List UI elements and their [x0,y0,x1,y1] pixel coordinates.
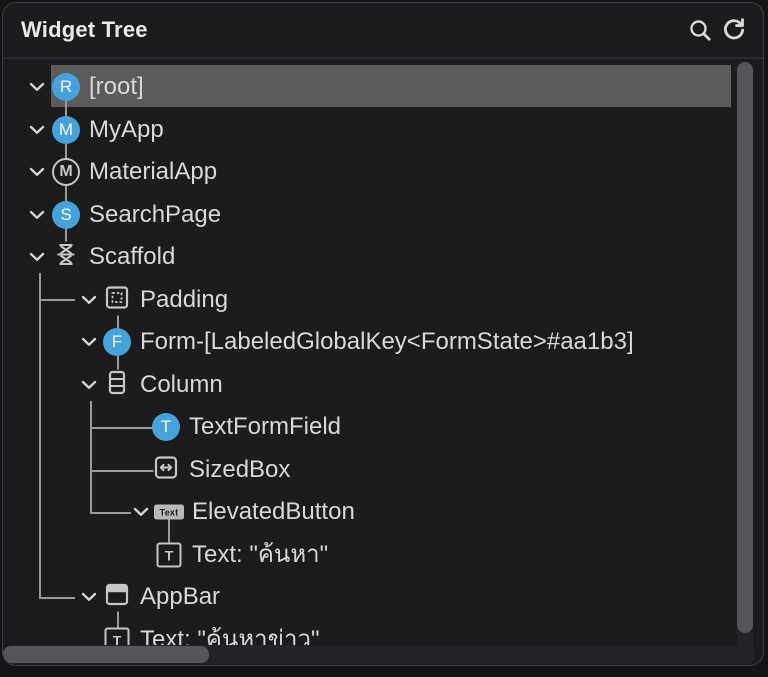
class-letter-icon: S [52,201,80,229]
tree-node-4-scaffold[interactable]: Scaffold [3,236,763,278]
chevron-down-icon[interactable] [29,125,45,135]
tree-node-label: Text: "ค้นหา" [192,541,329,568]
text-widget-icon: T [156,542,182,568]
tree-node-3-searchpage[interactable]: S SearchPage [3,194,763,236]
tree-node-5-padding[interactable]: Padding [3,279,763,321]
class-letter-icon: T [152,413,180,441]
vertical-scrollbar-thumb[interactable] [737,62,753,633]
class-letter-outline-icon: M [52,158,80,186]
horizontal-scrollbar-thumb[interactable] [3,646,209,663]
chevron-down-icon[interactable] [29,167,45,177]
elevated-button-icon: Text [154,504,184,520]
tree-node-label: SearchPage [89,201,222,228]
tree-node-label: Form-[LabeledGlobalKey<FormState>#aa1b3] [140,328,634,355]
tree-node-11-text[interactable]: T Text: "ค้นหา" [3,534,763,576]
scaffold-icon [53,241,79,273]
chevron-down-icon[interactable] [81,295,97,305]
tree-node-label: SizedBox [189,456,291,483]
chevron-down-icon[interactable] [81,337,97,347]
tree-node-8-textformfield[interactable]: T TextFormField [3,406,763,448]
tree-node-7-column[interactable]: Column [3,364,763,406]
tree-node-12-appbar[interactable]: AppBar [3,576,763,618]
panel-header: Widget Tree [3,3,763,59]
tree-node-6-form-labeledglobalkey-formstate-aa1b3[interactable]: F Form-[LabeledGlobalKey<FormState>#aa1b3… [3,321,763,363]
tree-node-label: Scaffold [89,243,176,270]
tree-node-label: Padding [140,286,229,313]
panel-title: Widget Tree [21,17,148,42]
chevron-down-icon[interactable] [81,592,97,602]
search-icon[interactable] [683,13,717,47]
tree-node-label: Column [140,371,223,398]
tree-node-1-myapp[interactable]: M MyApp [3,109,763,151]
chevron-down-icon[interactable] [81,380,97,390]
widget-tree-panel: Widget Tree R [root] M MyApp M MaterialApp S Se… [2,2,764,666]
tree-node-label: AppBar [140,583,221,610]
tree-node-0-root[interactable]: R [root] [3,66,763,108]
tree-node-label: ElevatedButton [192,498,355,525]
chevron-down-icon[interactable] [29,82,45,92]
padding-icon [104,284,130,316]
refresh-icon[interactable] [717,13,751,47]
chevron-down-icon[interactable] [133,507,149,517]
tree-node-label: TextFormField [189,413,342,440]
sizedbox-icon [153,455,179,485]
chevron-down-icon[interactable] [29,210,45,220]
widget-tree: R [root] M MyApp M MaterialApp S SearchPage Scaf… [3,61,763,665]
appbar-icon [104,582,130,612]
tree-node-9-sizedbox[interactable]: SizedBox [3,449,763,491]
tree-node-label: MyApp [89,116,164,143]
column-icon [104,369,130,401]
class-letter-icon: F [103,328,131,356]
tree-node-label: [root] [89,73,144,100]
tree-node-2-materialapp[interactable]: M MaterialApp [3,151,763,193]
tree-node-10-elevatedbutton[interactable]: Text ElevatedButton [3,491,763,533]
class-letter-icon: M [52,116,80,144]
tree-node-label: MaterialApp [89,158,218,185]
class-letter-icon: R [52,73,80,101]
chevron-down-icon[interactable] [29,252,45,262]
